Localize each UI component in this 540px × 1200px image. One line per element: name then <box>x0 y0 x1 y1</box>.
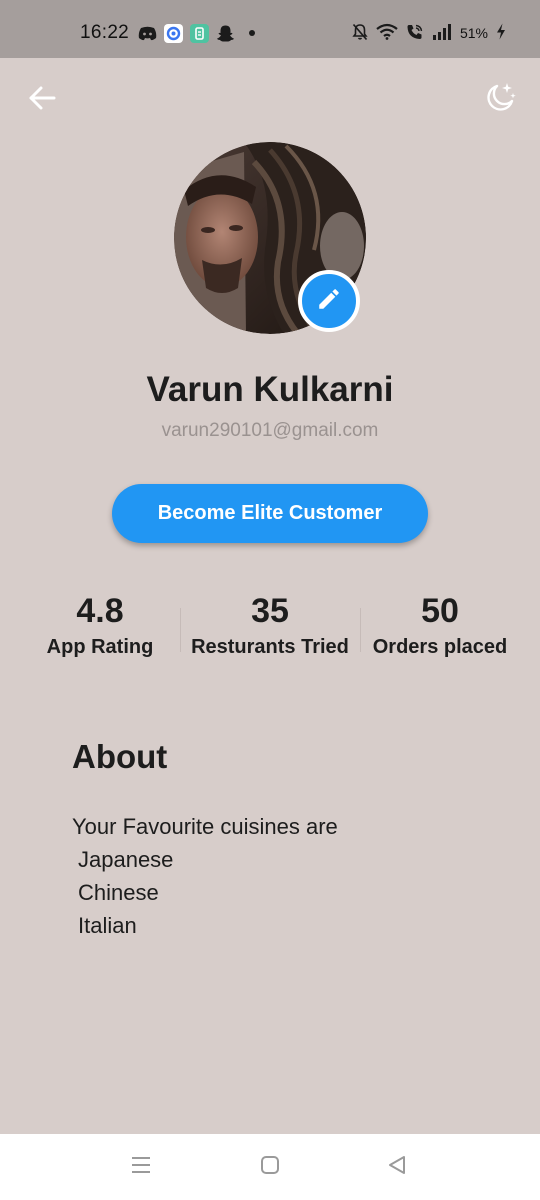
stat-value: 35 <box>251 592 289 630</box>
wifi-calling-icon <box>406 23 424 44</box>
recent-apps-button[interactable] <box>126 1152 156 1182</box>
stat-restaurants-tried: 35 Resturants Tried <box>180 588 360 659</box>
stats-row: 4.8 App Rating 35 Resturants Tried 50 Or… <box>20 588 520 678</box>
snapchat-icon <box>216 24 235 43</box>
arrow-left-icon <box>28 85 56 116</box>
edit-avatar-button[interactable] <box>298 270 360 332</box>
home-icon <box>260 1155 280 1180</box>
back-icon <box>386 1154 408 1181</box>
moon-stars-icon <box>483 81 517 120</box>
status-bar: 16:22 51% <box>0 0 540 58</box>
about-title: About <box>72 738 168 775</box>
cuisine-item: Italian <box>78 913 137 938</box>
back-button[interactable] <box>20 78 64 122</box>
signal-bars-icon <box>432 23 452 43</box>
cuisine-item: Chinese <box>78 880 159 905</box>
cuisine-item: Japanese <box>78 847 174 872</box>
menu-icon <box>130 1156 152 1179</box>
stat-label: Orders placed <box>372 636 508 658</box>
discord-icon <box>138 24 157 43</box>
stat-app-rating: 4.8 App Rating <box>20 588 180 659</box>
stat-label: Resturants Tried <box>191 636 349 658</box>
status-time: 16:22 <box>80 22 130 43</box>
stat-value: 4.8 <box>76 592 124 630</box>
status-notification-icons <box>138 22 261 44</box>
stat-value: 50 <box>421 592 459 630</box>
profile-name: Varun Kulkarni <box>146 370 394 409</box>
about-body: Your Favourite cuisines are Japanese Chi… <box>72 810 338 942</box>
home-button[interactable] <box>255 1152 285 1182</box>
charging-icon <box>496 23 506 43</box>
stat-orders-placed: 50 Orders placed <box>360 588 520 659</box>
battery-percent: 51% <box>459 25 488 41</box>
about-intro: Your Favourite cuisines are <box>72 814 338 839</box>
signal-app-icon <box>164 23 183 43</box>
profile-avatar-container <box>174 142 366 334</box>
profile-screen: Varun Kulkarni varun290101@gmail.com Bec… <box>0 58 540 1134</box>
system-nav-bar <box>0 1134 540 1200</box>
mute-icon <box>352 23 368 44</box>
become-elite-button[interactable]: Become Elite Customer <box>112 484 428 543</box>
notification-dot-icon <box>242 24 261 43</box>
system-back-button[interactable] <box>382 1152 412 1182</box>
wifi-icon <box>376 23 398 43</box>
profile-email: varun290101@gmail.com <box>161 420 379 441</box>
pencil-icon <box>316 286 342 317</box>
theme-toggle-button[interactable] <box>478 78 522 122</box>
stat-label: App Rating <box>46 636 154 658</box>
status-system-icons: 51% <box>352 22 506 44</box>
app-icon <box>190 23 209 43</box>
